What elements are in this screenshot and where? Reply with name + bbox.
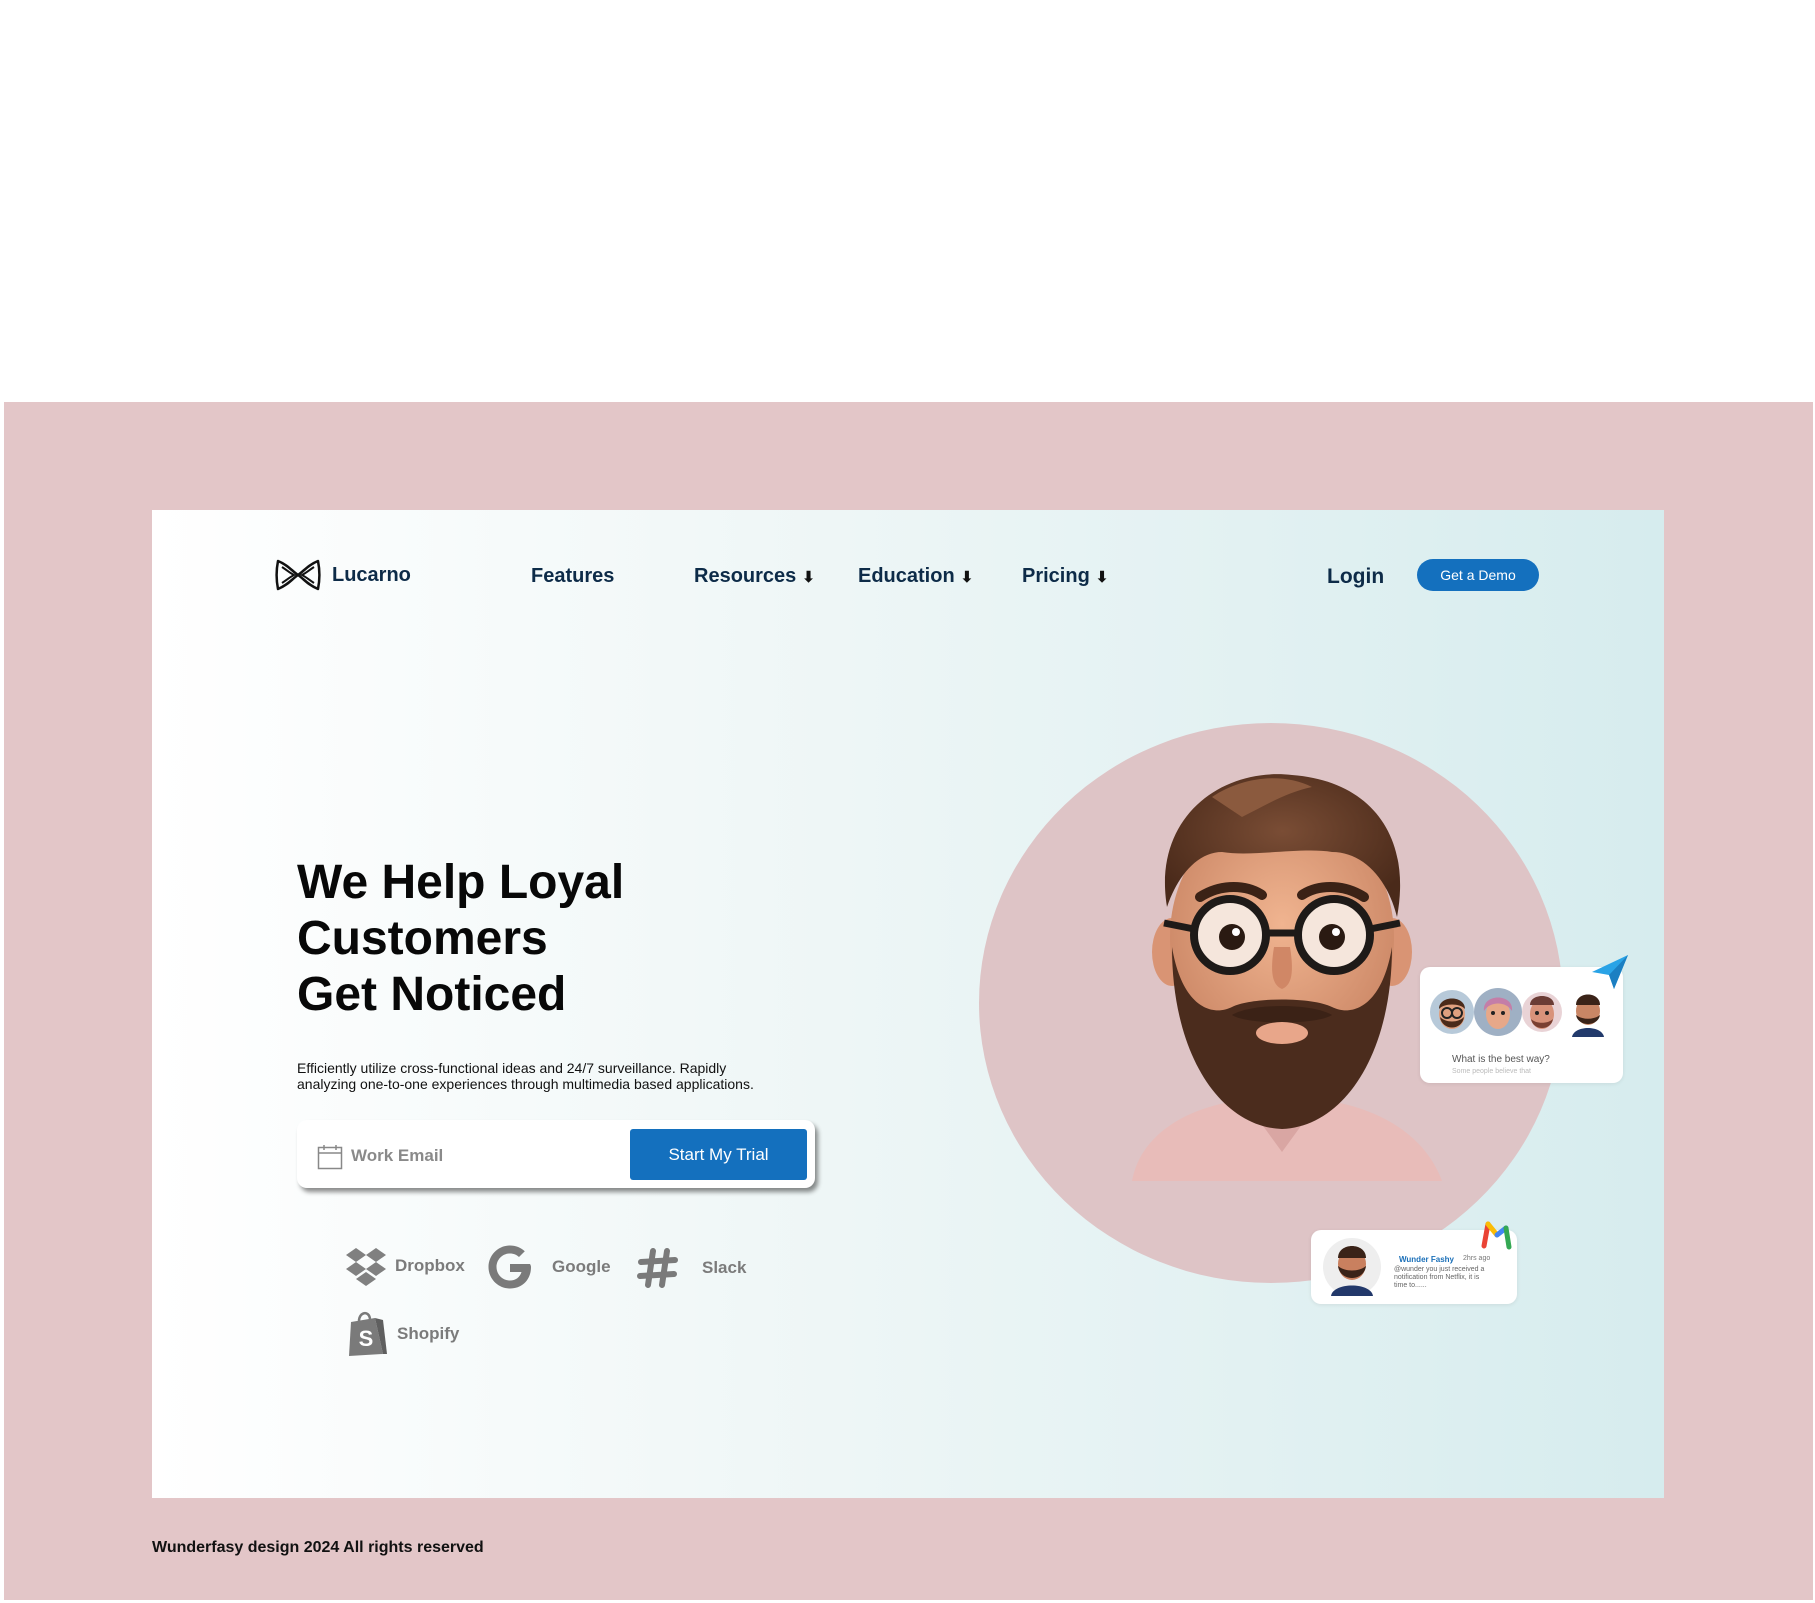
notification-time: 2hrs ago xyxy=(1463,1255,1491,1262)
svg-text:S: S xyxy=(359,1326,374,1351)
login-link[interactable]: Login xyxy=(1327,565,1384,589)
footer-copyright: Wunderfasy design 2024 All rights reserv… xyxy=(152,1539,484,1556)
partner-name: Dropbox xyxy=(395,1256,465,1275)
nav-label: Resources xyxy=(694,565,797,587)
hero-title-line: Customers xyxy=(297,912,548,965)
nav-label: Features xyxy=(531,565,615,587)
start-trial-button[interactable]: Start My Trial xyxy=(630,1129,807,1180)
partner-name: Slack xyxy=(702,1258,747,1277)
calendar-icon xyxy=(317,1144,343,1175)
nav-label: Education xyxy=(858,565,955,587)
partner-name: Google xyxy=(552,1257,611,1276)
notification-message: @wunder you just received a notification… xyxy=(1394,1266,1485,1289)
nav-label: Pricing xyxy=(1022,565,1090,587)
slack-icon xyxy=(636,1246,680,1290)
chat-question: What is the best way? xyxy=(1452,1054,1550,1065)
get-demo-button[interactable]: Get a Demo xyxy=(1417,559,1539,591)
hero-title: We Help Loyal Customers Get Noticed xyxy=(297,855,624,1023)
email-signup-form: Start My Trial xyxy=(297,1120,815,1188)
hero-card: Lucarno Features Resources ⬇ Education ⬇… xyxy=(152,510,1664,1498)
chat-subtext: Some people believe that xyxy=(1452,1068,1531,1075)
arrow-down-icon: ⬇ xyxy=(802,568,815,586)
logo[interactable]: Lucarno xyxy=(274,557,411,593)
avatar xyxy=(1474,987,1522,1042)
nav-features[interactable]: Features xyxy=(531,565,614,588)
hero-title-line: Get Noticed xyxy=(297,968,567,1021)
partner-slack: Slack xyxy=(636,1246,746,1290)
partner-dropbox: Dropbox xyxy=(345,1245,465,1287)
brand-name: Lucarno xyxy=(332,563,411,586)
arrow-down-icon: ⬇ xyxy=(1095,568,1109,586)
notification-sender: Wunder Fashy xyxy=(1399,1255,1454,1264)
partner-name: Shopify xyxy=(397,1324,460,1343)
avatar xyxy=(1430,987,1474,1042)
arrow-down-icon: ⬇ xyxy=(960,568,974,586)
partner-google: Google xyxy=(486,1243,611,1291)
avatar xyxy=(1522,987,1562,1042)
avatar xyxy=(1566,987,1610,1042)
avatar xyxy=(1323,1238,1381,1301)
nav-pricing[interactable]: Pricing ⬇ xyxy=(1022,565,1108,588)
nav-education[interactable]: Education ⬇ xyxy=(858,565,973,588)
bowtie-logo-icon xyxy=(274,557,322,593)
work-email-input[interactable] xyxy=(349,1142,623,1170)
hero-title-line: We Help Loyal xyxy=(297,856,625,909)
partner-shopify: S Shopify xyxy=(345,1310,459,1358)
gmail-icon xyxy=(1480,1220,1514,1255)
shopify-icon: S xyxy=(345,1310,389,1358)
nav-resources[interactable]: Resources ⬇ xyxy=(694,565,815,588)
google-icon xyxy=(486,1243,534,1291)
paper-plane-icon xyxy=(1592,955,1628,994)
bearded-man-avatar xyxy=(1112,757,1452,1186)
hero-description: Efficiently utilize cross-functional ide… xyxy=(297,1060,754,1092)
page-frame: Lucarno Features Resources ⬇ Education ⬇… xyxy=(4,402,1813,1600)
dropbox-icon xyxy=(345,1245,387,1287)
